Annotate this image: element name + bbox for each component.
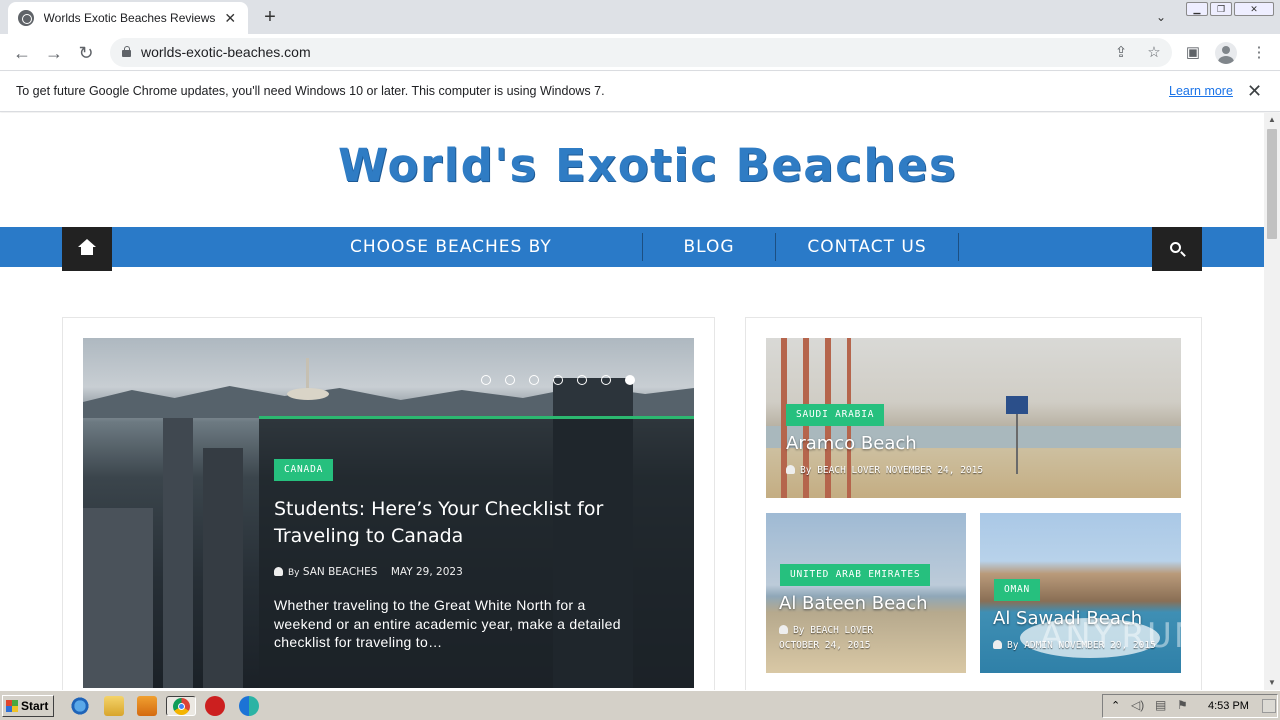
taskbar-clock[interactable]: 4:53 PM xyxy=(1208,700,1249,712)
featured-post-excerpt: Whether traveling to the Great White Nor… xyxy=(274,597,621,650)
infobar-message: To get future Google Chrome updates, you… xyxy=(16,84,605,98)
watermark-text: ANY.RUN xyxy=(1040,616,1202,656)
featured-post-meta: By SAN BEACHES MAY 29, 2023 xyxy=(274,566,463,578)
edge-icon[interactable] xyxy=(239,696,259,716)
post-date[interactable]: MAY 29, 2023 xyxy=(391,566,463,578)
slider-dot[interactable] xyxy=(529,375,539,385)
tab-close-icon[interactable]: ✕ xyxy=(222,10,238,27)
url-text[interactable]: worlds-exotic-beaches.com xyxy=(141,44,311,60)
browser-toolbar: ← → ↻ worlds-exotic-beaches.com ⇪ ☆ ▣ ⋮ xyxy=(0,34,1280,71)
file-explorer-icon[interactable] xyxy=(104,696,124,716)
window-controls: ▁ ❐ ✕ xyxy=(1186,2,1274,16)
scrollbar-thumb[interactable] xyxy=(1267,129,1277,239)
chrome-icon-center xyxy=(178,703,185,710)
slider-dot[interactable] xyxy=(625,375,635,385)
back-arrow-icon[interactable]: ← xyxy=(10,41,34,65)
category-badge[interactable]: CANADA xyxy=(274,459,334,481)
category-badge[interactable]: OMAN xyxy=(994,579,1041,601)
category-badge[interactable]: UNITED ARAB EMIRATES xyxy=(780,564,931,586)
user-icon xyxy=(779,625,788,634)
bookmark-star-icon[interactable]: ☆ xyxy=(1145,44,1163,62)
tab-search-chevron-icon[interactable]: ⌄ xyxy=(1150,6,1172,28)
building-shape xyxy=(163,418,193,688)
network-icon[interactable]: ▤ xyxy=(1155,698,1166,712)
slider-dot[interactable] xyxy=(577,375,587,385)
opera-icon[interactable] xyxy=(205,696,225,716)
new-tab-button[interactable]: + xyxy=(258,6,282,28)
featured-post-title[interactable]: Students: Here’s Your Checklist for Trav… xyxy=(274,496,614,550)
browser-tab[interactable]: Worlds Exotic Beaches Reviews, Tra ✕ xyxy=(8,2,248,34)
tab-strip: Worlds Exotic Beaches Reviews, Tra ✕ + ⌄… xyxy=(0,0,1280,34)
side-panel-icon[interactable]: ▣ xyxy=(1183,43,1203,63)
user-icon xyxy=(274,567,283,576)
action-center-flag-icon[interactable]: ⚑ xyxy=(1177,698,1188,712)
author-link[interactable]: BEACH LOVER xyxy=(810,625,873,636)
content-area: CANADA Students: Here’s Your Checklist f… xyxy=(0,113,1264,690)
by-label: By xyxy=(793,625,805,636)
tower-shape xyxy=(283,358,333,418)
internet-explorer-icon[interactable] xyxy=(70,696,90,716)
start-button[interactable]: Start xyxy=(2,695,54,717)
by-label: By xyxy=(1007,640,1019,651)
window-close-button[interactable]: ✕ xyxy=(1234,2,1274,16)
chrome-taskbar-button[interactable] xyxy=(166,696,196,716)
reload-icon[interactable]: ↻ xyxy=(74,41,98,65)
slider-pagination xyxy=(481,375,635,385)
building-shape xyxy=(203,448,243,688)
globe-favicon-icon xyxy=(18,10,34,26)
start-label: Start xyxy=(21,699,49,713)
scroll-down-arrow-icon[interactable]: ▼ xyxy=(1264,676,1280,690)
scroll-up-arrow-icon[interactable]: ▲ xyxy=(1264,113,1280,127)
slider-dot[interactable] xyxy=(553,375,563,385)
windows-logo-icon xyxy=(6,700,18,712)
post-meta: OCTOBER 24, 2015 xyxy=(779,640,871,651)
building-shape xyxy=(83,508,153,688)
profile-icon[interactable] xyxy=(1215,42,1237,64)
slider-dot[interactable] xyxy=(505,375,515,385)
learn-more-link[interactable]: Learn more xyxy=(1169,84,1233,98)
menu-kebab-icon[interactable]: ⋮ xyxy=(1249,43,1269,63)
author-link[interactable]: BEACH LOVER xyxy=(817,465,880,476)
by-label: By xyxy=(800,465,812,476)
lock-icon[interactable] xyxy=(122,46,131,57)
media-player-icon[interactable] xyxy=(137,696,157,716)
category-badge[interactable]: SAUDI ARABIA xyxy=(786,404,885,426)
post-date[interactable]: NOVEMBER 24, 2015 xyxy=(886,465,983,476)
minimize-button[interactable]: ▁ xyxy=(1186,2,1208,16)
tab-title: Worlds Exotic Beaches Reviews, Tra xyxy=(43,11,217,25)
volume-icon[interactable]: ◁) xyxy=(1131,698,1144,712)
user-icon xyxy=(993,640,1002,649)
windows-taskbar: Start ⌃ ◁) ▤ ⚑ 4:53 PM xyxy=(0,690,1280,720)
slider-dot[interactable] xyxy=(601,375,611,385)
tray-expand-icon[interactable]: ⌃ xyxy=(1111,699,1120,712)
page-scrollbar[interactable]: ▲ ▼ xyxy=(1264,113,1280,690)
post-meta: By BEACH LOVER NOVEMBER 24, 2015 xyxy=(786,465,983,476)
restore-button[interactable]: ❐ xyxy=(1210,2,1232,16)
show-desktop-button[interactable] xyxy=(1262,699,1276,713)
slider-dot[interactable] xyxy=(481,375,491,385)
post-meta: By BEACH LOVER xyxy=(779,625,873,636)
user-icon xyxy=(786,465,795,474)
by-label: By xyxy=(288,568,300,578)
address-bar[interactable]: worlds-exotic-beaches.com ⇪ ☆ xyxy=(110,38,1172,67)
post-title[interactable]: Aramco Beach xyxy=(786,433,917,454)
post-title[interactable]: Al Bateen Beach xyxy=(779,593,928,614)
post-date[interactable]: OCTOBER 24, 2015 xyxy=(779,640,871,651)
share-icon[interactable]: ⇪ xyxy=(1112,44,1130,62)
author-link[interactable]: SAN BEACHES xyxy=(303,566,378,578)
infobar-close-icon[interactable]: ✕ xyxy=(1247,81,1262,102)
forward-arrow-icon[interactable]: → xyxy=(42,41,66,65)
system-tray: ⌃ ◁) ▤ ⚑ xyxy=(1102,694,1278,718)
update-infobar: To get future Google Chrome updates, you… xyxy=(0,72,1280,112)
